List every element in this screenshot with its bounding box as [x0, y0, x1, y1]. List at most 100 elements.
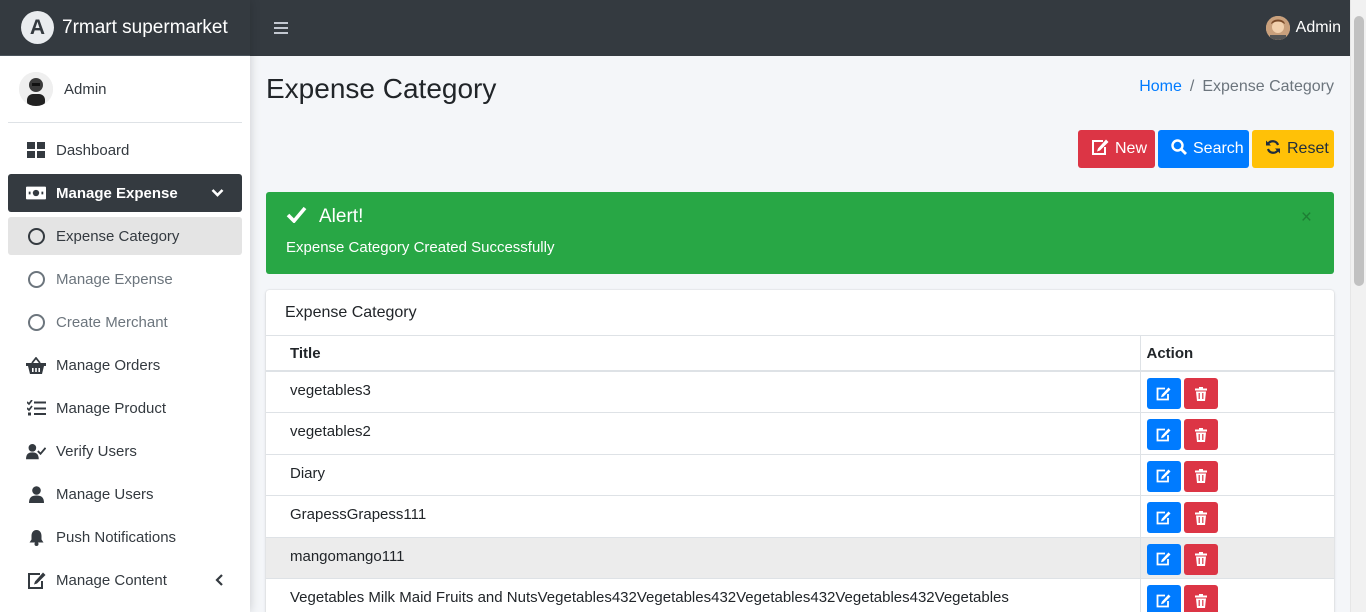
- edit-button[interactable]: [1146, 378, 1181, 409]
- circle-icon: [26, 313, 46, 331]
- sidebar: A 7rmart supermarket Admin Dashboard Man…: [0, 0, 250, 612]
- table-header-row: Title Action: [266, 336, 1334, 372]
- delete-button[interactable]: [1183, 543, 1218, 575]
- row-actions: [1140, 453, 1334, 496]
- trash-icon: [1194, 510, 1207, 525]
- sidebar-user-name: Admin: [64, 80, 107, 98]
- row-actions: [1140, 495, 1334, 537]
- trash-icon: [1194, 552, 1207, 566]
- basket-icon: [26, 356, 46, 374]
- trash-icon: [1194, 593, 1207, 608]
- edit-icon: [1156, 469, 1171, 483]
- brand-link[interactable]: A 7rmart supermarket: [0, 0, 250, 56]
- column-header-title: Title: [266, 336, 1141, 372]
- sidebar-item-push-notifications[interactable]: Push Notifications: [8, 518, 242, 556]
- trash-icon: [1194, 469, 1207, 483]
- delete-button[interactable]: [1183, 585, 1218, 612]
- user-check-icon: [26, 443, 46, 460]
- top-user-menu[interactable]: Admin: [1265, 0, 1341, 56]
- top-navbar: Admin: [250, 0, 1350, 56]
- new-button-label: New: [1115, 140, 1148, 157]
- search-button-label: Search: [1193, 140, 1244, 157]
- row-title: vegetables2: [266, 412, 1141, 454]
- refresh-icon: [1265, 139, 1281, 160]
- reset-button[interactable]: Reset: [1252, 130, 1334, 168]
- card-title: Expense Category: [266, 290, 1334, 336]
- brand-logo: A: [21, 11, 54, 44]
- row-actions: [1140, 370, 1334, 413]
- expense-category-card: Expense Category Title Action vegetables…: [266, 290, 1334, 612]
- edit-icon: [26, 572, 46, 589]
- delete-button[interactable]: [1183, 378, 1218, 409]
- search-button[interactable]: Search: [1158, 130, 1249, 168]
- brand-name: 7rmart supermarket: [62, 16, 228, 38]
- breadcrumb-separator: /: [1189, 78, 1195, 95]
- sidebar-item-expense-category[interactable]: Expense Category: [8, 217, 242, 255]
- delete-button[interactable]: [1183, 419, 1218, 450]
- sidebar-item-label: Dashboard: [56, 141, 130, 159]
- scrollbar-thumb[interactable]: [1354, 16, 1364, 286]
- action-buttons: New Search Reset: [1078, 130, 1334, 168]
- edit-icon: [1156, 428, 1171, 441]
- bell-icon: [26, 529, 46, 546]
- sidebar-item-label: Manage Product: [56, 399, 167, 417]
- edit-icon: [1156, 511, 1171, 524]
- sidebar-item-label: Expense Category: [56, 227, 180, 245]
- edit-button[interactable]: [1146, 585, 1181, 612]
- sidebar-item-manage-orders[interactable]: Manage Orders: [8, 346, 242, 384]
- chevron-down-icon: [211, 189, 224, 198]
- money-icon: [26, 186, 46, 200]
- sidebar-item-label: Manage Content: [56, 571, 167, 589]
- edit-icon: [1156, 387, 1171, 400]
- table-row: mangomango111: [266, 536, 1334, 579]
- table-row: vegetables3: [266, 370, 1334, 413]
- table-row: Diary: [266, 453, 1334, 496]
- edit-button[interactable]: [1146, 543, 1181, 575]
- sidebar-item-manage-expense-group[interactable]: Manage Expense: [8, 174, 242, 212]
- sidebar-item-manage-product[interactable]: Manage Product: [8, 389, 242, 427]
- edit-icon: [1156, 594, 1171, 607]
- new-button[interactable]: New: [1078, 130, 1155, 168]
- alert-message: Expense Category Created Successfully: [286, 239, 555, 256]
- success-alert: Alert! Expense Category Created Successf…: [266, 192, 1334, 274]
- edit-button[interactable]: [1146, 419, 1181, 450]
- sidebar-item-manage-expense[interactable]: Manage Expense: [8, 260, 242, 298]
- avatar: [19, 72, 53, 106]
- page-title: Expense Category: [266, 73, 497, 104]
- row-title: GrapessGrapess111: [266, 495, 1141, 537]
- edit-button[interactable]: [1146, 460, 1181, 492]
- user-icon: [26, 485, 46, 503]
- delete-button[interactable]: [1183, 460, 1218, 492]
- row-title: Vegetables Milk Maid Fruits and NutsVege…: [266, 578, 1141, 612]
- sidebar-item-label: Manage Users: [56, 485, 154, 503]
- sidebar-item-dashboard[interactable]: Dashboard: [8, 131, 242, 169]
- sidebar-item-label: Verify Users: [56, 442, 137, 460]
- sidebar-item-verify-users[interactable]: Verify Users: [8, 432, 242, 470]
- check-icon: [286, 206, 307, 229]
- circle-icon: [26, 227, 46, 245]
- breadcrumb-current: Expense Category: [1202, 78, 1334, 95]
- breadcrumb-home-link[interactable]: Home: [1139, 78, 1182, 96]
- alert-title: Alert!: [319, 206, 364, 227]
- edit-icon: [1091, 139, 1109, 160]
- row-actions: [1140, 578, 1334, 612]
- sidebar-item-manage-users[interactable]: Manage Users: [8, 475, 242, 513]
- tasks-icon: [26, 400, 46, 416]
- delete-button[interactable]: [1183, 502, 1218, 533]
- hamburger-menu-icon[interactable]: [274, 22, 288, 34]
- alert-close-button[interactable]: ×: [1301, 207, 1312, 229]
- sidebar-user-panel[interactable]: Admin: [8, 56, 242, 123]
- reset-button-label: Reset: [1287, 140, 1329, 157]
- sidebar-item-label: Manage Expense: [56, 184, 178, 202]
- sidebar-item-label: Push Notifications: [56, 528, 177, 546]
- row-title: Diary: [266, 453, 1141, 496]
- row-title: vegetables3: [266, 370, 1141, 413]
- sidebar-item-manage-content[interactable]: Manage Content: [8, 561, 242, 599]
- alert-heading: Alert!: [286, 206, 1314, 228]
- top-user-name: Admin: [1295, 19, 1341, 36]
- edit-button[interactable]: [1146, 502, 1181, 533]
- circle-icon: [26, 270, 46, 288]
- row-actions: [1140, 412, 1334, 454]
- sidebar-item-create-merchant[interactable]: Create Merchant: [8, 303, 242, 341]
- page-scrollbar[interactable]: [1350, 0, 1366, 612]
